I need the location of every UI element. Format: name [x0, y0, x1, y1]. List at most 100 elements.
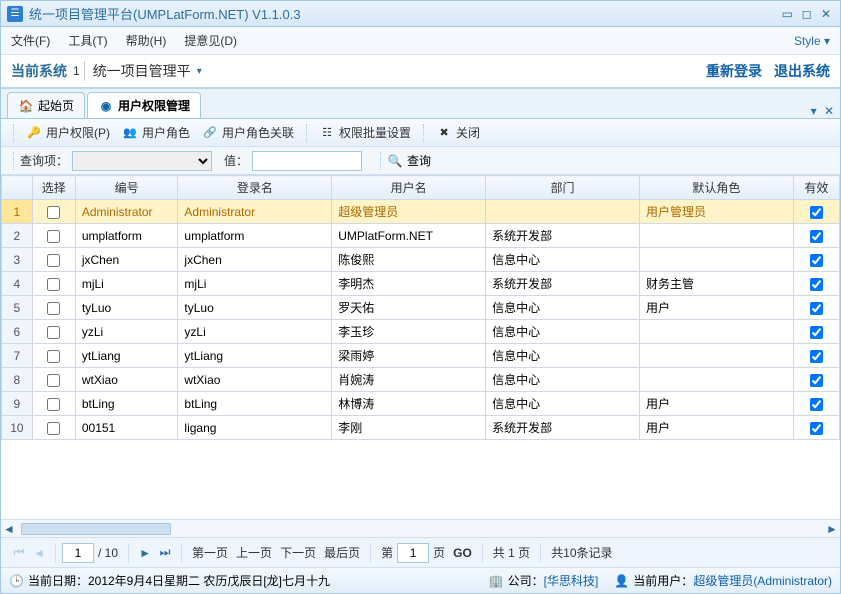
row-valid-cell[interactable]	[793, 416, 839, 440]
table-row[interactable]: 9btLingbtLing林博涛信息中心用户	[2, 392, 840, 416]
row-checkbox[interactable]	[47, 230, 60, 243]
pager-last-icon[interactable]: ⏭	[155, 543, 175, 563]
horizontal-scrollbar[interactable]: ◄ ►	[1, 519, 840, 537]
pager-first-icon[interactable]: ⏮	[9, 543, 29, 563]
row-valid-cell[interactable]	[793, 320, 839, 344]
col-username[interactable]: 用户名	[332, 176, 486, 200]
row-valid-checkbox[interactable]	[810, 350, 823, 363]
table-row[interactable]: 7ytLiangytLiang梁雨婷信息中心	[2, 344, 840, 368]
perm-batch-button[interactable]: ☷ 权限批量设置	[313, 122, 417, 143]
col-login[interactable]: 登录名	[178, 176, 332, 200]
row-valid-checkbox[interactable]	[810, 398, 823, 411]
row-checkbox[interactable]	[47, 398, 60, 411]
tab-start[interactable]: 🏠 起始页	[7, 92, 85, 118]
row-valid-cell[interactable]	[793, 296, 839, 320]
table-row[interactable]: 4mjLimjLi李明杰系统开发部财务主管	[2, 272, 840, 296]
style-dropdown[interactable]: Style ▾	[794, 34, 830, 48]
table-row[interactable]: 1000151ligang李刚系统开发部用户	[2, 416, 840, 440]
pager-prev-link[interactable]: 上一页	[236, 544, 272, 561]
row-select-cell[interactable]	[32, 296, 75, 320]
row-valid-cell[interactable]	[793, 200, 839, 224]
table-row[interactable]: 2umplatformumplatformUMPlatForm.NET系统开发部	[2, 224, 840, 248]
pager-last-link[interactable]: 最后页	[324, 544, 360, 561]
menu-file[interactable]: 文件(F)	[11, 32, 50, 49]
menu-help[interactable]: 帮助(H)	[126, 32, 167, 49]
row-valid-checkbox[interactable]	[810, 278, 823, 291]
pager-prev-icon[interactable]: ◄	[29, 543, 49, 563]
col-valid[interactable]: 有效	[793, 176, 839, 200]
row-select-cell[interactable]	[32, 248, 75, 272]
row-select-cell[interactable]	[32, 272, 75, 296]
row-id: wtXiao	[75, 368, 178, 392]
row-valid-checkbox[interactable]	[810, 230, 823, 243]
scroll-left-icon[interactable]: ◄	[1, 522, 17, 536]
row-select-cell[interactable]	[32, 320, 75, 344]
tab-close-icon[interactable]: ✕	[824, 104, 834, 118]
row-valid-cell[interactable]	[793, 368, 839, 392]
col-role[interactable]: 默认角色	[639, 176, 793, 200]
pager-next-icon[interactable]: ►	[135, 543, 155, 563]
row-checkbox[interactable]	[47, 422, 60, 435]
row-select-cell[interactable]	[32, 344, 75, 368]
query-button[interactable]: 🔍 查询	[387, 152, 431, 169]
tab-user-permissions[interactable]: ◉ 用户权限管理	[87, 92, 201, 118]
row-valid-checkbox[interactable]	[810, 206, 823, 219]
row-dept: 信息中心	[486, 392, 640, 416]
row-checkbox[interactable]	[47, 206, 60, 219]
close-window-button[interactable]: ✕	[818, 7, 834, 21]
row-valid-cell[interactable]	[793, 272, 839, 296]
scroll-thumb[interactable]	[21, 523, 171, 535]
pager-first-link[interactable]: 第一页	[192, 544, 228, 561]
row-valid-checkbox[interactable]	[810, 422, 823, 435]
col-select[interactable]: 选择	[32, 176, 75, 200]
system-dropdown-icon[interactable]: ▾	[197, 66, 202, 77]
row-login: btLing	[178, 392, 332, 416]
minimize-button[interactable]: ▭	[779, 7, 795, 21]
row-checkbox[interactable]	[47, 374, 60, 387]
pager-go-button[interactable]: GO	[453, 546, 472, 560]
query-field-select[interactable]	[72, 151, 212, 171]
scroll-right-icon[interactable]: ►	[824, 522, 840, 536]
row-valid-checkbox[interactable]	[810, 302, 823, 315]
table-row[interactable]: 6yzLiyzLi李玉珍信息中心	[2, 320, 840, 344]
table-row[interactable]: 5tyLuotyLuo罗天佑信息中心用户	[2, 296, 840, 320]
row-valid-cell[interactable]	[793, 392, 839, 416]
menu-feedback[interactable]: 提意见(D)	[184, 32, 237, 49]
relogin-link[interactable]: 重新登录	[706, 61, 762, 81]
row-valid-cell[interactable]	[793, 224, 839, 248]
pager-jump-input[interactable]	[397, 543, 429, 563]
row-checkbox[interactable]	[47, 326, 60, 339]
row-valid-checkbox[interactable]	[810, 254, 823, 267]
row-checkbox[interactable]	[47, 278, 60, 291]
row-valid-checkbox[interactable]	[810, 374, 823, 387]
col-id[interactable]: 编号	[75, 176, 178, 200]
row-valid-checkbox[interactable]	[810, 326, 823, 339]
row-select-cell[interactable]	[32, 200, 75, 224]
row-select-cell[interactable]	[32, 416, 75, 440]
close-tab-button[interactable]: ✖ 关闭	[430, 122, 486, 143]
col-dept[interactable]: 部门	[486, 176, 640, 200]
row-checkbox[interactable]	[47, 254, 60, 267]
table-row[interactable]: 3jxChenjxChen陈俊熙信息中心	[2, 248, 840, 272]
logout-link[interactable]: 退出系统	[774, 61, 830, 81]
col-rownum[interactable]	[2, 176, 33, 200]
menu-tools[interactable]: 工具(T)	[68, 32, 107, 49]
drupal-icon: ◉	[98, 98, 114, 114]
table-row[interactable]: 1AdministratorAdministrator超级管理员用户管理员	[2, 200, 840, 224]
row-valid-cell[interactable]	[793, 248, 839, 272]
row-select-cell[interactable]	[32, 368, 75, 392]
maximize-button[interactable]: ◻	[799, 7, 815, 21]
row-valid-cell[interactable]	[793, 344, 839, 368]
table-row[interactable]: 8wtXiaowtXiao肖婉涛信息中心	[2, 368, 840, 392]
pager-next-link[interactable]: 下一页	[280, 544, 316, 561]
row-select-cell[interactable]	[32, 392, 75, 416]
user-permission-button[interactable]: 🔑 用户权限(P)	[20, 122, 116, 143]
row-checkbox[interactable]	[47, 350, 60, 363]
tab-menu-icon[interactable]: ▾	[811, 104, 817, 118]
user-role-relation-button[interactable]: 🔗 用户角色关联	[196, 122, 300, 143]
query-value-input[interactable]	[252, 151, 362, 171]
row-checkbox[interactable]	[47, 302, 60, 315]
row-select-cell[interactable]	[32, 224, 75, 248]
pager-page-input[interactable]	[62, 543, 94, 563]
user-role-button[interactable]: 👥 用户角色	[116, 122, 196, 143]
